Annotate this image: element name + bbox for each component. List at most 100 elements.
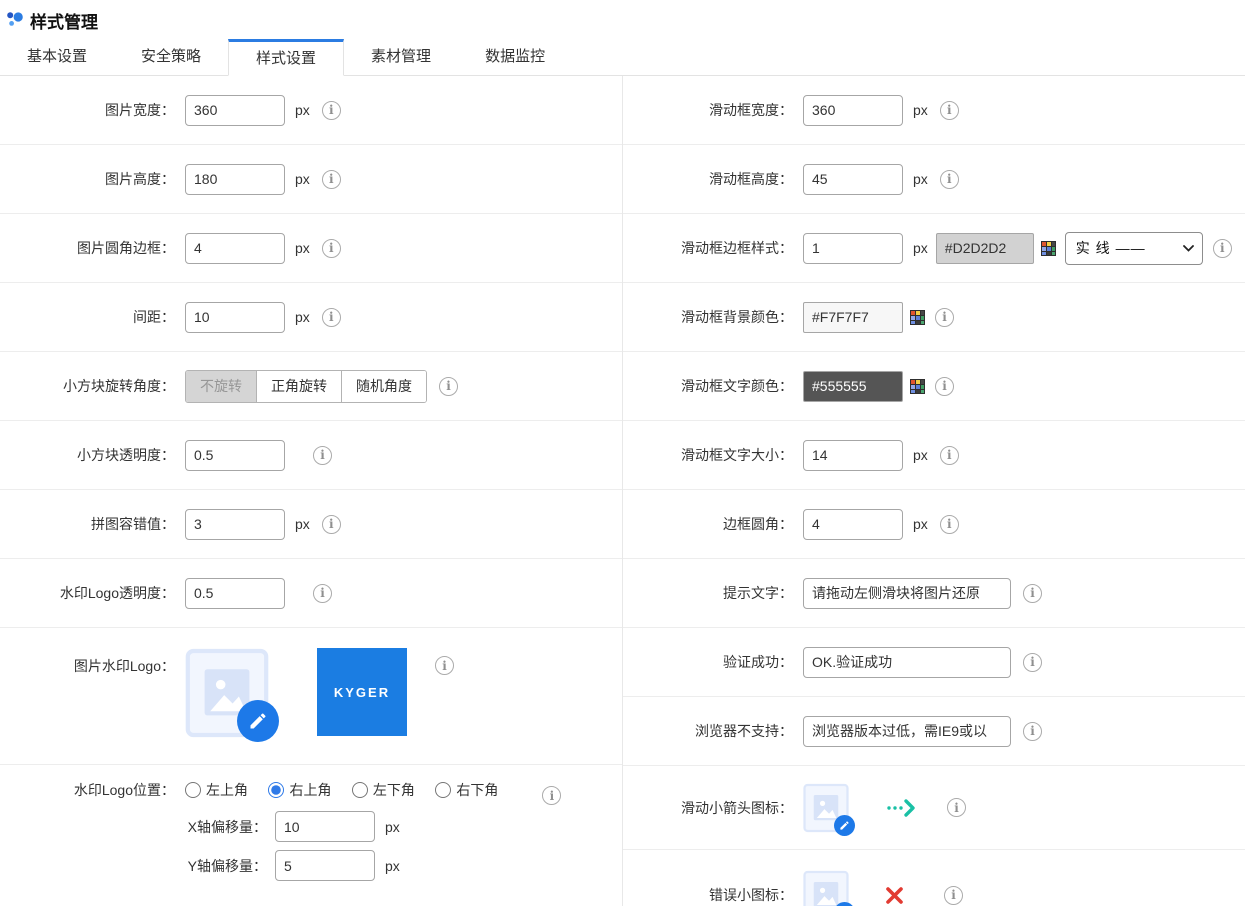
rotate-random-button[interactable]: 随机角度 [341,371,426,402]
row-slider-height: 滑动框高度： px [623,145,1245,214]
info-icon[interactable] [940,515,959,534]
bg-color-input[interactable] [803,302,903,333]
info-icon[interactable] [940,170,959,189]
error-icon-upload[interactable] [803,870,849,906]
radio-bottom-left[interactable]: 左下角 [352,780,415,800]
radio-top-right-input[interactable] [268,782,284,798]
info-icon[interactable] [322,515,341,534]
radio-top-left-label: 左上角 [206,780,248,800]
info-icon[interactable] [935,377,954,396]
info-icon[interactable] [940,101,959,120]
y-offset-label: Y轴偏移量： [185,856,275,876]
rotate-right-angle-button[interactable]: 正角旋转 [256,371,341,402]
unit-label: px [295,171,310,187]
tab-material-management[interactable]: 素材管理 [344,38,458,75]
image-height-input[interactable] [185,164,285,195]
row-logo-opacity: 水印Logo透明度： [0,559,622,628]
color-palette-icon[interactable] [1041,241,1056,256]
tab-security-policy[interactable]: 安全策略 [114,38,228,75]
info-icon[interactable] [1023,722,1042,741]
radio-top-left-input[interactable] [185,782,201,798]
watermark-logo-upload[interactable] [185,648,269,738]
row-error-icon: 错误小图标： [623,850,1245,906]
info-icon[interactable] [542,786,561,805]
row-arrow-icon: 滑动小箭头图标： [623,766,1245,850]
line-style-select[interactable]: 实 线 —— [1065,232,1203,265]
y-offset-input[interactable] [275,850,375,881]
image-width-input[interactable] [185,95,285,126]
border-color-input[interactable] [936,233,1034,264]
info-icon[interactable] [947,798,966,817]
info-icon[interactable] [940,446,959,465]
slider-height-input[interactable] [803,164,903,195]
unit-label: px [913,516,928,532]
block-opacity-input[interactable] [185,440,285,471]
gap-label: 间距： [0,307,185,327]
info-icon[interactable] [435,656,454,675]
tab-style-settings[interactable]: 样式设置 [228,39,344,76]
row-success-text: 验证成功： [623,628,1245,697]
text-size-input[interactable] [803,440,903,471]
x-offset-row: X轴偏移量： px [185,811,514,842]
radio-bottom-right-input[interactable] [435,782,451,798]
rotate-none-button[interactable]: 不旋转 [186,371,256,402]
image-width-label: 图片宽度： [0,100,185,120]
radio-top-left[interactable]: 左上角 [185,780,248,800]
error-icon-label: 错误小图标： [623,885,803,905]
image-radius-input[interactable] [185,233,285,264]
watermark-logo-label: 图片水印Logo： [0,648,185,676]
info-icon[interactable] [935,308,954,327]
success-text-input[interactable] [803,647,1011,678]
info-icon[interactable] [313,446,332,465]
info-icon[interactable] [944,886,963,905]
radio-top-right[interactable]: 右上角 [268,780,331,800]
gap-input[interactable] [185,302,285,333]
slider-height-label: 滑动框高度： [623,169,803,189]
info-icon[interactable] [322,170,341,189]
unsupported-text-label: 浏览器不支持： [623,721,803,741]
row-slider-text-color: 滑动框文字颜色： [623,352,1245,421]
tip-text-input[interactable] [803,578,1011,609]
radio-bottom-left-input[interactable] [352,782,368,798]
image-radius-label: 图片圆角边框： [0,238,185,258]
color-palette-icon[interactable] [910,379,925,394]
logo-opacity-input[interactable] [185,578,285,609]
tab-data-monitoring[interactable]: 数据监控 [458,38,572,75]
edit-pencil-icon[interactable] [237,700,279,742]
radio-bottom-right[interactable]: 右下角 [435,780,498,800]
line-style-value: 实 线 —— [1076,238,1146,258]
y-offset-row: Y轴偏移量： px [185,850,514,881]
slider-width-input[interactable] [803,95,903,126]
unit-label: px [913,171,928,187]
tolerance-input[interactable] [185,509,285,540]
logo-position-content: 左上角 右上角 左下角 右下角 [185,780,514,881]
info-icon[interactable] [313,584,332,603]
x-offset-input[interactable] [275,811,375,842]
info-icon[interactable] [1023,653,1042,672]
info-icon[interactable] [322,101,341,120]
block-rotate-label: 小方块旋转角度： [0,376,185,396]
row-image-width: 图片宽度： px [0,76,622,145]
info-icon[interactable] [1213,239,1232,258]
color-palette-icon[interactable] [910,310,925,325]
logo-opacity-label: 水印Logo透明度： [0,583,185,603]
corner-radius-input[interactable] [803,509,903,540]
tab-basic-settings[interactable]: 基本设置 [0,38,114,75]
error-x-icon [885,886,904,905]
row-slider-border-style: 滑动框边框样式： px 实 线 —— [623,214,1245,283]
text-color-input[interactable] [803,371,903,402]
info-icon[interactable] [1023,584,1042,603]
tab-bar: 基本设置 安全策略 样式设置 素材管理 数据监控 [0,36,1245,76]
slide-arrow-icon [885,798,917,818]
row-gap: 间距： px [0,283,622,352]
info-icon[interactable] [322,308,341,327]
arrow-icon-upload[interactable] [803,783,849,833]
border-width-input[interactable] [803,233,903,264]
image-placeholder-icon [803,870,849,906]
info-icon[interactable] [439,377,458,396]
unsupported-text-input[interactable] [803,716,1011,747]
info-icon[interactable] [322,239,341,258]
radio-top-right-label: 右上角 [289,780,331,800]
edit-pencil-icon[interactable] [834,815,855,836]
unit-label: px [295,102,310,118]
